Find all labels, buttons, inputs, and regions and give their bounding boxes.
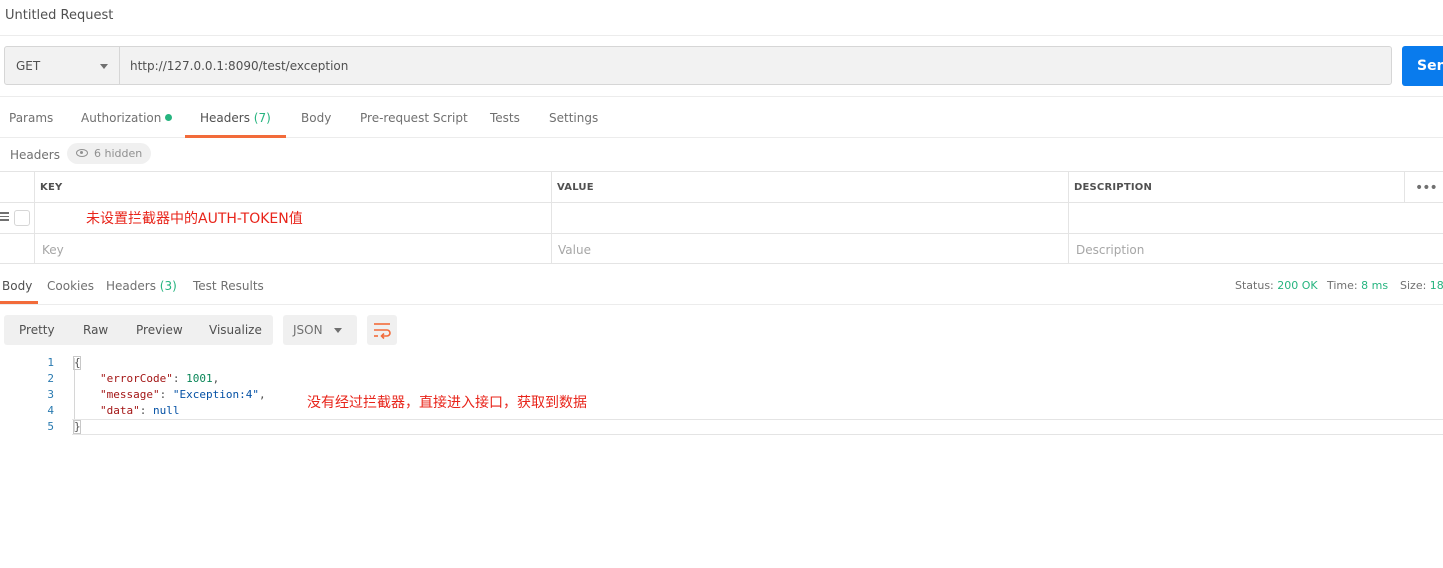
column-header-value: VALUE: [557, 182, 594, 193]
tab-authorization-label: Authorization: [81, 111, 162, 125]
code-line: "data": null: [100, 404, 180, 417]
view-visualize-button[interactable]: Visualize: [209, 323, 262, 337]
wrap-lines-icon: [374, 323, 391, 340]
view-pretty-button[interactable]: Pretty: [19, 323, 55, 337]
time-info: Time: 8 ms: [1327, 279, 1388, 292]
column-divider: [551, 172, 552, 264]
title-bar: Untitled Request: [0, 0, 1443, 36]
column-header-description: DESCRIPTION: [1074, 182, 1153, 193]
url-input[interactable]: [119, 46, 1392, 85]
line-number: 3: [47, 388, 54, 401]
table-row-new: Key Value Description: [0, 234, 1443, 264]
response-tabs: Body Cookies Headers (3) Test Results St…: [0, 264, 1443, 305]
chevron-down-icon: [334, 328, 342, 333]
tab-response-headers-count: (3): [159, 279, 177, 293]
view-mode-group: Pretty Raw Preview Visualize: [4, 315, 273, 345]
headers-bar: Headers 6 hidden: [0, 138, 1443, 171]
tab-response-cookies[interactable]: Cookies: [47, 279, 94, 293]
hidden-headers-toggle[interactable]: 6 hidden: [67, 143, 151, 164]
tab-headers-label: Headers: [200, 111, 250, 125]
current-line-border: [72, 434, 1443, 435]
json-key: "data": [100, 404, 140, 417]
method-label: GET: [16, 59, 41, 73]
tab-response-headers-label: Headers: [106, 279, 156, 293]
code-line: {: [74, 356, 81, 369]
view-preview-button[interactable]: Preview: [136, 323, 183, 337]
column-divider: [1404, 172, 1405, 203]
key-placeholder[interactable]: Key: [42, 243, 64, 257]
hidden-count: 6 hidden: [94, 147, 143, 160]
status-info: Status: 200 OK: [1235, 279, 1318, 292]
tab-authorization[interactable]: Authorization: [81, 111, 173, 125]
key-annotation: 未设置拦截器中的AUTH-TOKEN值: [86, 211, 303, 227]
time-label: Time:: [1327, 279, 1358, 292]
tab-body[interactable]: Body: [301, 111, 331, 125]
size-value[interactable]: 184: [1430, 279, 1443, 292]
json-key: "errorCode": [100, 372, 173, 385]
response-body-editor[interactable]: 1 2 3 4 5 { "errorCode": 1001, "message"…: [0, 352, 1443, 436]
row-checkbox[interactable]: [14, 210, 30, 226]
headers-label: Headers: [10, 148, 60, 162]
current-line-border: [72, 419, 1443, 420]
json-key: "message": [100, 388, 160, 401]
tab-response-body[interactable]: Body: [2, 279, 32, 293]
send-button[interactable]: Send: [1402, 46, 1443, 86]
request-tabs: Params Authorization Headers (7) Body Pr…: [0, 96, 1443, 138]
tab-params[interactable]: Params: [9, 111, 53, 125]
time-value[interactable]: 8 ms: [1361, 279, 1388, 292]
size-info: Size: 184: [1400, 279, 1443, 292]
chevron-down-icon: [100, 64, 108, 69]
wrap-lines-button[interactable]: [367, 315, 397, 345]
url-row: GET: [4, 46, 1392, 85]
size-label: Size:: [1400, 279, 1427, 292]
status-dot-icon: [165, 114, 173, 121]
status-label: Status:: [1235, 279, 1274, 292]
code-line: }: [74, 420, 81, 433]
json-number: 1001: [186, 372, 213, 385]
active-response-tab-indicator: [0, 301, 38, 304]
tab-response-headers[interactable]: Headers (3): [106, 279, 177, 293]
column-divider: [1068, 172, 1069, 264]
code-line: "message": "Exception:4",: [100, 388, 266, 401]
headers-table: KEY VALUE DESCRIPTION ••• 未设置拦截器中的AUTH-T…: [0, 171, 1443, 264]
json-null: null: [153, 404, 180, 417]
request-title[interactable]: Untitled Request: [5, 8, 113, 23]
status-value[interactable]: 200 OK: [1277, 279, 1317, 292]
tab-headers-count: (7): [253, 111, 271, 125]
response-annotation: 没有经过拦截器，直接进入接口，获取到数据: [307, 395, 587, 411]
json-string: "Exception:4": [172, 388, 259, 401]
description-placeholder[interactable]: Description: [1076, 243, 1144, 257]
column-header-key: KEY: [40, 182, 63, 193]
line-number: 5: [47, 420, 54, 433]
view-raw-button[interactable]: Raw: [83, 323, 108, 337]
more-horizontal-icon[interactable]: •••: [1415, 180, 1438, 196]
method-select[interactable]: GET: [4, 46, 120, 85]
column-divider: [34, 172, 35, 264]
eye-icon: [76, 149, 88, 157]
tab-pre-request-script[interactable]: Pre-request Script: [360, 111, 468, 125]
line-number: 2: [47, 372, 54, 385]
line-number: 4: [47, 404, 54, 417]
format-label: JSON: [293, 323, 323, 337]
format-select[interactable]: JSON: [283, 315, 357, 345]
value-placeholder[interactable]: Value: [558, 243, 591, 257]
code-line: "errorCode": 1001,: [100, 372, 220, 385]
drag-handle-icon[interactable]: [0, 212, 9, 221]
tab-settings[interactable]: Settings: [549, 111, 598, 125]
tab-tests[interactable]: Tests: [490, 111, 520, 125]
table-row: 未设置拦截器中的AUTH-TOKEN值: [0, 203, 1443, 234]
tab-headers[interactable]: Headers (7): [200, 111, 271, 125]
line-number: 1: [47, 356, 54, 369]
table-header-row: KEY VALUE DESCRIPTION •••: [0, 172, 1443, 203]
tab-test-results[interactable]: Test Results: [193, 279, 264, 293]
